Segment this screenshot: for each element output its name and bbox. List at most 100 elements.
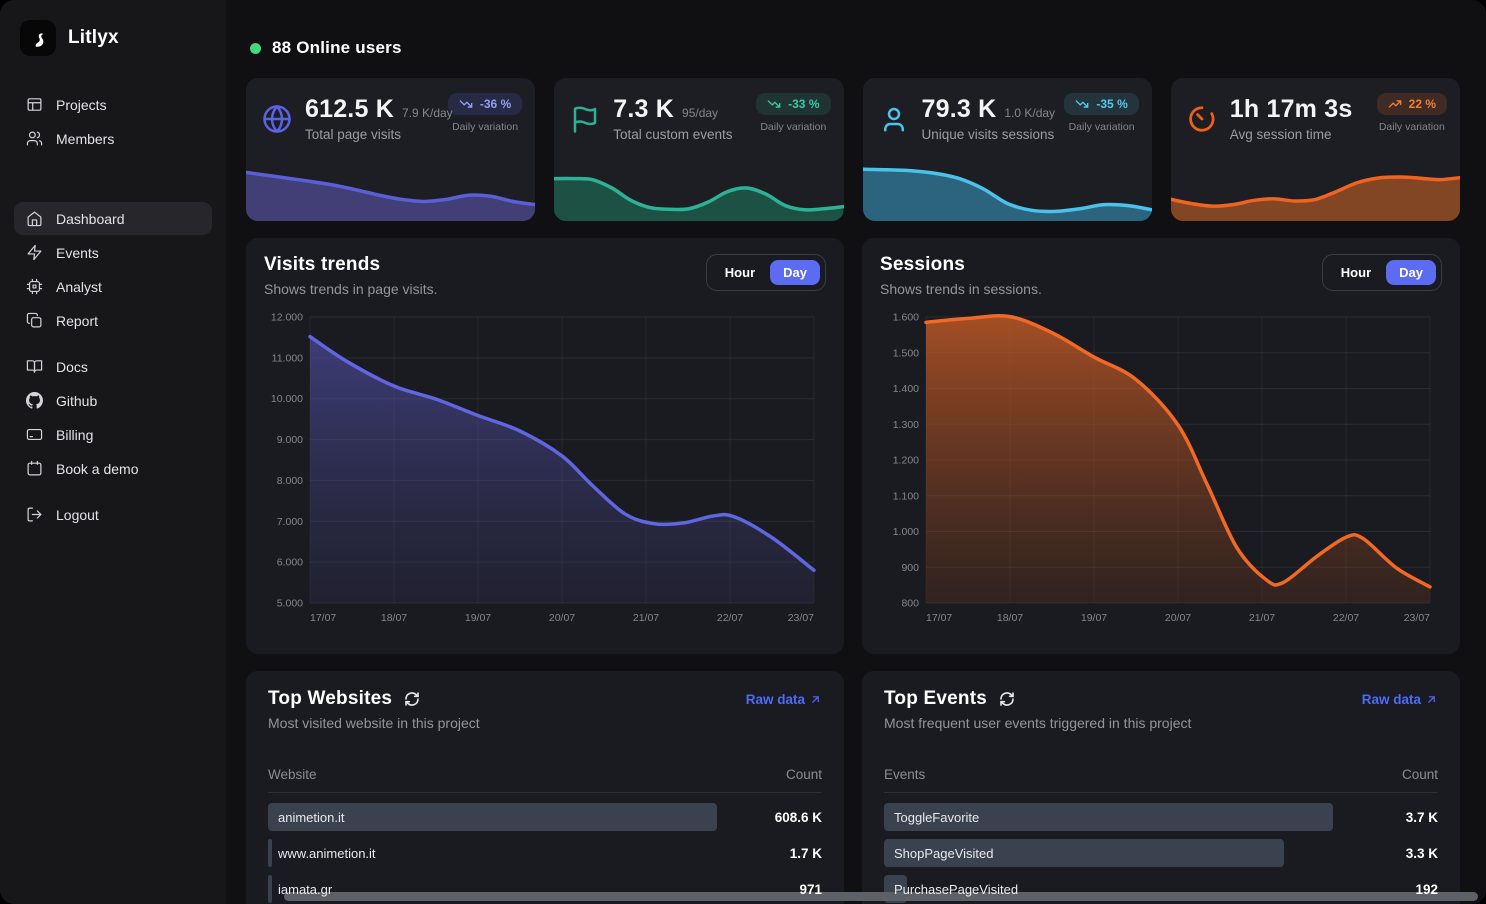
- table-title: Top Events: [884, 688, 987, 710]
- horizontal-scrollbar[interactable]: [284, 892, 1478, 901]
- credit-card-icon: [26, 426, 43, 443]
- row-label: www.animetion.it: [268, 846, 376, 861]
- svg-text:19/07: 19/07: [1081, 612, 1107, 624]
- table-row[interactable]: ShopPageVisited 3.3 K: [884, 839, 1438, 867]
- table-rows: animetion.it 608.6 K www.animetion.it 1.…: [268, 803, 822, 903]
- sidebar-item-label: Docs: [56, 359, 88, 375]
- tables-row: Top Websites Raw data Most visited websi…: [246, 671, 1460, 904]
- svg-text:800: 800: [901, 598, 919, 610]
- chart-title: Visits trends: [264, 254, 438, 276]
- row-count: 608.6 K: [775, 810, 822, 825]
- svg-text:22/07: 22/07: [1333, 612, 1359, 624]
- toggle-hour-button[interactable]: Hour: [1328, 260, 1384, 285]
- sidebar-item-billing[interactable]: Billing: [14, 418, 212, 451]
- stat-value: 7.3 K: [613, 95, 674, 124]
- sidebar-item-label: Analyst: [56, 279, 102, 295]
- toggle-day-button[interactable]: Day: [770, 260, 820, 285]
- stat-rate: 7.9 K/day: [402, 106, 453, 120]
- sidebar-item-report[interactable]: Report: [14, 304, 212, 337]
- variation-label: Daily variation: [448, 121, 522, 133]
- table-row[interactable]: animetion.it 608.6 K: [268, 803, 822, 831]
- table-rows: ToggleFavorite 3.7 K ShopPageVisited 3.3…: [884, 803, 1438, 904]
- calendar-icon: [26, 460, 43, 477]
- trend-down-icon: [459, 97, 473, 111]
- column-left: Website: [268, 767, 317, 782]
- raw-data-link[interactable]: Raw data: [1362, 692, 1438, 707]
- svg-text:900: 900: [901, 562, 919, 574]
- svg-text:11.000: 11.000: [272, 352, 303, 364]
- sidebar-item-events[interactable]: Events: [14, 236, 212, 269]
- sidebar-item-label: Logout: [56, 507, 99, 523]
- svg-text:1.000: 1.000: [893, 526, 919, 538]
- stat-rate: 95/day: [682, 106, 718, 120]
- svg-text:23/07: 23/07: [788, 612, 814, 624]
- arrow-up-right-icon: [809, 693, 822, 706]
- sidebar-item-analyst[interactable]: Analyst: [14, 270, 212, 303]
- github-icon: [26, 392, 43, 409]
- app-window: Litlyx Projects Members Dashboard Events…: [0, 0, 1486, 904]
- brand-name: Litlyx: [68, 27, 119, 49]
- globe-icon: [262, 104, 292, 134]
- svg-text:1.200: 1.200: [893, 455, 919, 467]
- table-title: Top Websites: [268, 688, 392, 710]
- sidebar-item-dashboard[interactable]: Dashboard: [14, 202, 212, 235]
- sidebar-item-members[interactable]: Members: [14, 122, 212, 155]
- sparkline-unique-sessions: [863, 155, 1152, 221]
- hour-day-toggle: Hour Day: [706, 254, 826, 291]
- main-content: 88 Online users 612.5 K 7.9 K/day Total …: [226, 0, 1486, 904]
- row-label: animetion.it: [268, 810, 344, 825]
- trend-down-icon: [1075, 97, 1089, 111]
- report-icon: [26, 312, 43, 329]
- toggle-hour-button[interactable]: Hour: [712, 260, 768, 285]
- table-row[interactable]: ToggleFavorite 3.7 K: [884, 803, 1438, 831]
- hour-day-toggle: Hour Day: [1322, 254, 1442, 291]
- row-count: 3.3 K: [1406, 846, 1438, 861]
- row-count: 192: [1415, 882, 1438, 897]
- stat-value: 1h 17m 3s: [1230, 95, 1353, 124]
- sidebar-item-projects[interactable]: Projects: [14, 88, 212, 121]
- svg-text:12.000: 12.000: [271, 312, 303, 324]
- svg-text:9.000: 9.000: [277, 434, 303, 446]
- raw-data-link[interactable]: Raw data: [746, 692, 822, 707]
- online-users: 88 Online users: [250, 38, 1460, 58]
- trend-down-icon: [767, 97, 781, 111]
- row-label: PurchasePageVisited: [884, 882, 1018, 897]
- daily-variation-badge: -35 %: [1064, 93, 1138, 115]
- refresh-icon[interactable]: [404, 691, 420, 707]
- svg-text:21/07: 21/07: [1249, 612, 1275, 624]
- sidebar: Litlyx Projects Members Dashboard Events…: [0, 0, 226, 904]
- svg-text:17/07: 17/07: [926, 612, 952, 624]
- flag-icon: [570, 104, 600, 134]
- online-users-text: 88 Online users: [272, 38, 402, 58]
- daily-variation-badge: 22 %: [1377, 93, 1447, 115]
- sidebar-item-docs[interactable]: Docs: [14, 350, 212, 383]
- sidebar-item-github[interactable]: Github: [14, 384, 212, 417]
- trend-up-icon: [1388, 97, 1402, 111]
- variation-label: Daily variation: [1377, 121, 1447, 133]
- row-count: 3.7 K: [1406, 810, 1438, 825]
- sidebar-item-label: Projects: [56, 97, 107, 113]
- sidebar-spacer: [14, 486, 212, 498]
- toggle-day-button[interactable]: Day: [1386, 260, 1436, 285]
- table-row[interactable]: www.animetion.it 1.7 K: [268, 839, 822, 867]
- sidebar-item-label: Github: [56, 393, 97, 409]
- top-websites-card: Top Websites Raw data Most visited websi…: [246, 671, 844, 904]
- sessions-chart: 8009001.0001.1001.2001.3001.4001.5001.60…: [880, 307, 1442, 629]
- sidebar-item-book-a-demo[interactable]: Book a demo: [14, 452, 212, 485]
- home-icon: [26, 210, 43, 227]
- svg-text:18/07: 18/07: [381, 612, 407, 624]
- refresh-icon[interactable]: [999, 691, 1015, 707]
- svg-text:23/07: 23/07: [1404, 612, 1430, 624]
- members-icon: [26, 130, 43, 147]
- sidebar-item-logout[interactable]: Logout: [14, 498, 212, 531]
- sessions-card: Sessions Shows trends in sessions. Hour …: [862, 238, 1460, 654]
- zap-icon: [26, 244, 43, 261]
- top-events-card: Top Events Raw data Most frequent user e…: [862, 671, 1460, 904]
- stat-label: Total custom events: [613, 127, 732, 142]
- column-right: Count: [1402, 767, 1438, 782]
- variation-label: Daily variation: [756, 121, 830, 133]
- stat-card-page-visits: 612.5 K 7.9 K/day Total page visits -36 …: [246, 78, 535, 221]
- column-right: Count: [786, 767, 822, 782]
- row-count: 1.7 K: [790, 846, 822, 861]
- svg-text:5.000: 5.000: [277, 598, 303, 610]
